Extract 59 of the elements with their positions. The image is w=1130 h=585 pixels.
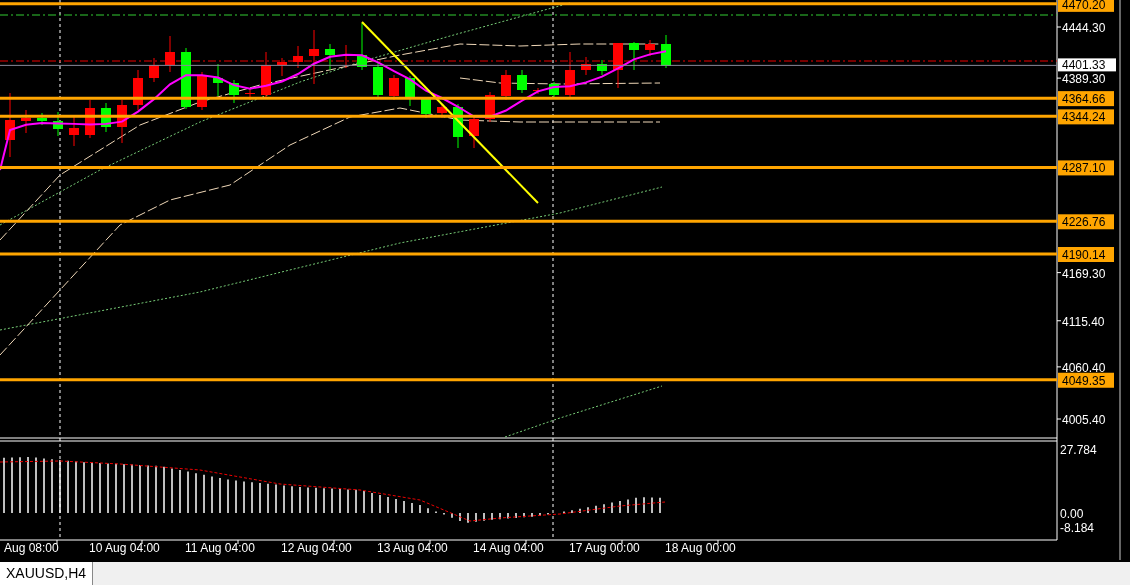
candlestick xyxy=(517,69,527,94)
candlestick xyxy=(37,112,47,126)
candlestick xyxy=(613,42,623,89)
candlestick xyxy=(165,35,175,73)
candlestick xyxy=(373,61,383,98)
candlestick xyxy=(21,109,31,134)
price-level-label: 4049.35 xyxy=(1058,372,1114,388)
candlestick xyxy=(405,75,415,107)
time-axis-label: 18 Aug 00:00 xyxy=(665,541,736,555)
indicator-axis-label: 27.784 xyxy=(1060,443,1097,457)
candlestick xyxy=(53,111,63,137)
candlestick xyxy=(357,22,367,71)
indicator-axis-label: 0.00 xyxy=(1060,507,1084,521)
candlestick xyxy=(325,43,335,71)
candlestick xyxy=(293,45,303,69)
candlestick xyxy=(117,99,127,144)
candlestick xyxy=(453,103,463,149)
candlestick xyxy=(645,39,655,57)
price-level-label: 4287.10 xyxy=(1058,160,1114,176)
price-axis-label: 4389.30 xyxy=(1062,72,1106,87)
current-price-label: 4401.33 xyxy=(1058,58,1116,73)
candlestick xyxy=(629,41,639,71)
time-axis-label: 14 Aug 04:00 xyxy=(473,541,544,555)
candlestick xyxy=(485,91,495,123)
candlestick xyxy=(565,51,575,98)
time-axis-label: 11 Aug 04:00 xyxy=(185,541,255,555)
candlestick xyxy=(5,92,15,158)
candlestick xyxy=(661,34,671,69)
price-axis-label: 4115.40 xyxy=(1062,314,1105,329)
candlestick xyxy=(181,47,191,110)
candlestick xyxy=(597,59,607,76)
price-level-label: 4190.14 xyxy=(1058,247,1114,262)
price-axis-label: 4060.40 xyxy=(1062,360,1106,375)
candlestick xyxy=(197,71,207,111)
indicator-axis-label: -8.184 xyxy=(1060,521,1095,535)
candlestick xyxy=(277,57,287,77)
price-level-label: 4470.20 xyxy=(1058,0,1114,12)
time-axis-label: 17 Aug 00:00 xyxy=(569,541,640,555)
price-axis-label: 4444.30 xyxy=(1062,21,1106,35)
candlestick xyxy=(261,51,271,99)
price-level-label: 4344.24 xyxy=(1058,109,1114,125)
candlestick xyxy=(229,79,239,104)
candlestick xyxy=(133,69,143,111)
time-axis-label: 12 Aug 04:00 xyxy=(281,541,352,555)
price-level-label: 4364.66 xyxy=(1058,91,1114,107)
price-level-label: 4226.76 xyxy=(1058,214,1114,230)
price-axis-label: 4005.40 xyxy=(1062,413,1106,427)
candlestick xyxy=(581,56,591,76)
candlestick xyxy=(309,29,319,85)
candlestick xyxy=(85,99,95,139)
candlestick xyxy=(149,57,159,83)
chart-tab[interactable]: XAUUSD,H4 xyxy=(0,562,94,585)
candlestick xyxy=(101,102,111,133)
price-axis-label: 4169.30 xyxy=(1062,266,1106,281)
time-axis-label: 13 Aug 04:00 xyxy=(377,541,448,555)
candlestick xyxy=(549,81,559,99)
candlestick xyxy=(213,63,223,97)
time-axis-label: Aug 08:00 xyxy=(4,541,59,555)
time-axis-label: 10 Aug 04:00 xyxy=(89,541,160,555)
